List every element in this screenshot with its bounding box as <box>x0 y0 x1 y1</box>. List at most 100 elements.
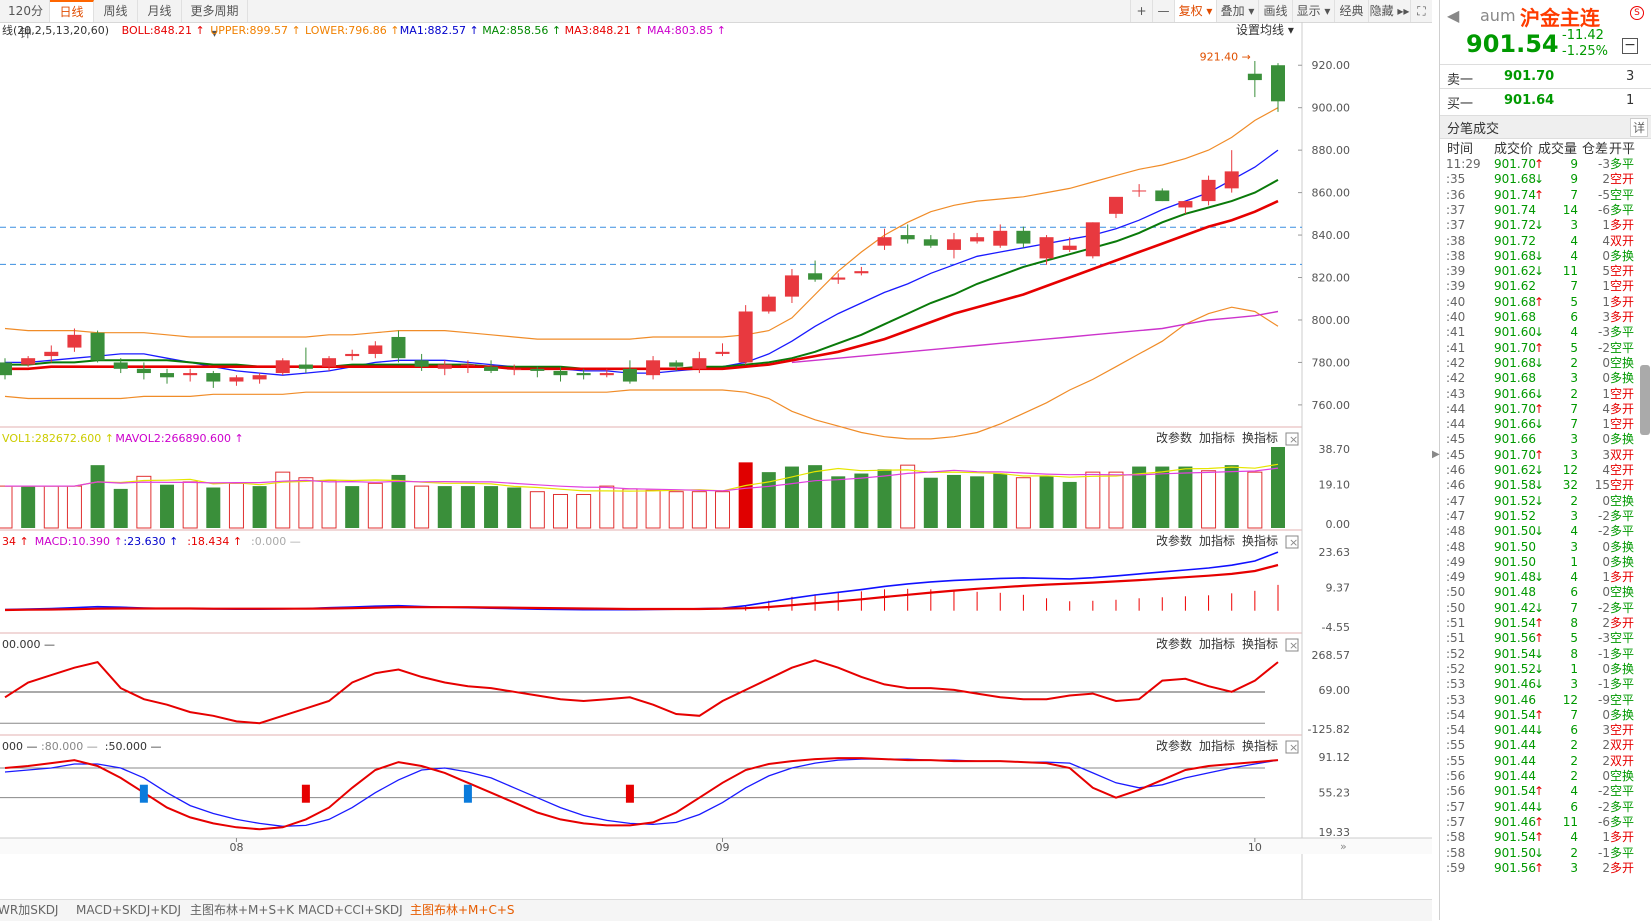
tick-type: 空开 <box>1610 463 1635 477</box>
indicator-tab-3[interactable]: MACD+CCI+SKDJ <box>298 900 403 921</box>
macd-header-seg: :23.630 ↑ <box>123 535 178 548</box>
tick-price: 901.42 <box>1494 600 1536 615</box>
tick-time: :42 <box>1446 371 1466 386</box>
tick-oi-change: 1 <box>1602 830 1610 845</box>
toolbar-button-3[interactable]: 叠加 ▾ <box>1216 0 1258 22</box>
tick-volume: 4 <box>1570 830 1578 845</box>
ticks-detail-button[interactable]: 详 <box>1630 118 1649 137</box>
indicator-tab-4[interactable]: 主图布林+M+C+S <box>410 900 515 921</box>
indicator-tab-2[interactable]: 主图布林+M+S+K <box>190 900 294 921</box>
skdj-btn-0[interactable]: 改参数 <box>1156 738 1192 753</box>
skdj-header-seg: :50.000 — <box>105 740 162 753</box>
candle-body <box>808 273 823 280</box>
collapse-arrow-icon[interactable]: ◀ <box>1447 6 1459 25</box>
tick-arrow-icon: ↓ <box>1534 218 1545 233</box>
tick-volume: 1 <box>1570 661 1578 676</box>
tick-price: 901.68 <box>1494 371 1536 386</box>
tick-volume: 2 <box>1570 386 1578 401</box>
tick-price: 901.74 <box>1494 202 1536 217</box>
tick-time: :53 <box>1446 692 1466 707</box>
volume-bar <box>1155 466 1170 528</box>
cci-btn-0[interactable]: 改参数 <box>1156 636 1192 651</box>
skdj-btn-2[interactable]: 换指标 <box>1242 738 1278 753</box>
macd-btn-0[interactable]: 改参数 <box>1156 533 1192 548</box>
tick-volume: 6 <box>1570 585 1578 600</box>
skdj-panel[interactable] <box>0 757 1279 831</box>
tick-oi-change: 0 <box>1602 769 1610 783</box>
skdj-btn-1[interactable]: 加指标 <box>1199 738 1235 753</box>
indicator-tab-1[interactable]: MACD+SKDJ+KDJ <box>76 900 181 921</box>
skdj-signal-marker <box>139 784 148 803</box>
tick-row: :56 901.44 2 0 空换 <box>1440 768 1651 784</box>
period-tab-1[interactable]: 日线 <box>50 0 94 22</box>
tick-type: 多平 <box>1610 646 1635 661</box>
vol-btn-2[interactable]: 换指标 <box>1242 430 1278 445</box>
volume-bar <box>1271 447 1285 528</box>
volume-panel[interactable] <box>0 447 1285 529</box>
toolbar-button-1[interactable]: — <box>1152 0 1174 22</box>
contract-badge-icon[interactable]: S <box>1630 6 1644 20</box>
toolbar-button-7[interactable]: 隐藏 ▸▸ <box>1368 0 1410 22</box>
panel-scroll-handle[interactable] <box>1640 365 1650 435</box>
tick-volume: 4 <box>1570 570 1578 585</box>
period-tab-4[interactable]: 更多周期 ▾ <box>182 0 248 40</box>
ma-settings-button[interactable]: 设置均线 ▾ <box>1236 23 1294 37</box>
tick-price: 901.58 <box>1494 478 1536 493</box>
tick-oi-change: 1 <box>1602 417 1610 432</box>
tick-oi-change: 0 <box>1602 248 1610 263</box>
volume-bar <box>1108 471 1124 529</box>
period-tab-2[interactable]: 周线 <box>94 0 138 22</box>
ticks-title: 分笔成交 <box>1447 122 1500 137</box>
candle-body <box>877 237 892 246</box>
candle-body <box>970 237 985 242</box>
tick-volume: 3 <box>1570 371 1578 386</box>
tick-price: 901.72 <box>1494 218 1536 233</box>
candle-body <box>298 364 313 369</box>
tick-oi-change: 4 <box>1602 463 1610 477</box>
main-header-seg: MA3:848.21 ↑ <box>565 24 644 37</box>
candle-body <box>669 362 684 367</box>
vol-btn-0[interactable]: 改参数 <box>1156 430 1192 445</box>
chart-area[interactable]: 921.40 → 920.00 900.00 880.00 860.00 840.00 8… <box>0 22 1432 899</box>
macd-panel[interactable] <box>4 551 1279 612</box>
macd-btn-1[interactable]: 加指标 <box>1199 533 1235 548</box>
toolbar-button-0[interactable]: + <box>1130 0 1152 22</box>
macd-btn-2[interactable]: 换指标 <box>1242 533 1278 548</box>
skdj-header-seg: 000 — <box>2 740 38 753</box>
tick-time: :54 <box>1446 723 1466 738</box>
tick-volume: 11 <box>1562 264 1578 279</box>
toolbar-button-2[interactable]: 复权 ▾ <box>1174 0 1216 22</box>
ma4-line <box>791 310 1279 364</box>
toolbar-button-5[interactable]: 显示 ▾ <box>1292 0 1334 22</box>
collapse-quote-button[interactable]: − <box>1622 38 1638 54</box>
cci-btn-1[interactable]: 加指标 <box>1199 636 1235 651</box>
tick-price: 901.68 <box>1494 355 1536 370</box>
cci-btn-2[interactable]: 换指标 <box>1242 636 1278 651</box>
tick-time: :52 <box>1446 646 1466 661</box>
volume-bar <box>90 465 105 528</box>
toolbar-button-8[interactable]: ⛶ <box>1410 0 1432 22</box>
tick-oi-change: 0 <box>1602 554 1610 569</box>
tick-header-2: 成交量 <box>1538 142 1578 157</box>
cci-panel[interactable] <box>0 659 1279 725</box>
toolbar-button-4[interactable]: 画线 <box>1258 0 1292 22</box>
tick-type: 空开 <box>1610 417 1635 432</box>
vol-btn-1[interactable]: 加指标 <box>1199 430 1235 445</box>
candle-body <box>0 362 12 376</box>
tick-time: :54 <box>1446 707 1466 722</box>
period-tab-3[interactable]: 月线 <box>138 0 182 22</box>
tick-time: :41 <box>1446 340 1466 355</box>
volume-bar <box>1015 477 1031 529</box>
tick-price: 901.46 <box>1494 677 1536 692</box>
splitter-handle-icon[interactable]: ▶ <box>1432 440 1440 470</box>
candle-body <box>1132 190 1147 192</box>
tick-type: 多开 <box>1610 218 1635 233</box>
tick-arrow-icon: ↓ <box>1534 355 1545 370</box>
scroll-right-icon[interactable]: » <box>1340 840 1347 853</box>
period-tab-0[interactable]: 120分钟 <box>2 0 50 40</box>
tick-row: :54 901.54 ↑ 7 0 多换 <box>1440 707 1651 723</box>
toolbar-button-6[interactable]: 经典 <box>1334 0 1368 22</box>
main-candlestick-panel[interactable]: 921.40 → <box>0 50 1302 440</box>
candle-body <box>136 368 151 374</box>
indicator-tab-0[interactable]: WR加SKDJ <box>0 900 58 921</box>
